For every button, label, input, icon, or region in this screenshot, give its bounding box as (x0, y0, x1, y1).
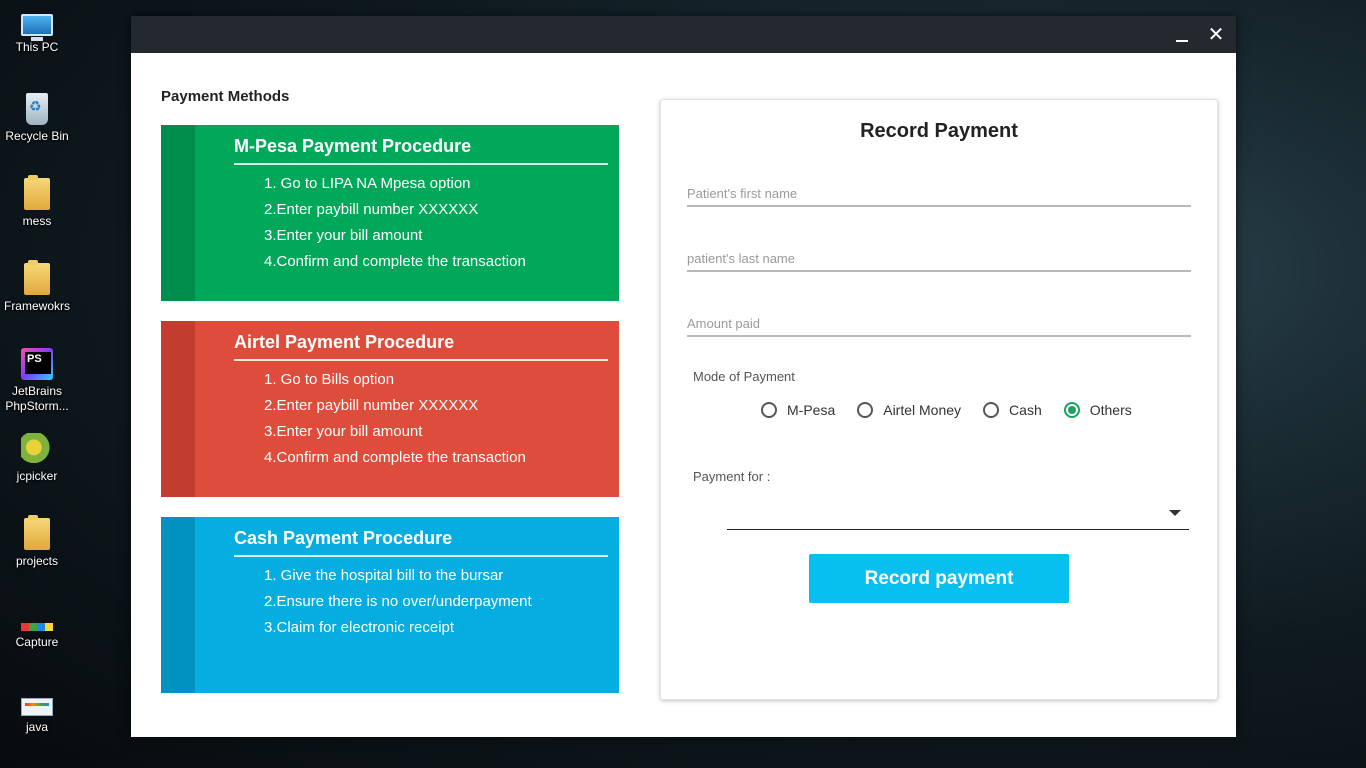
card-accent-strip (161, 321, 195, 497)
card-accent-strip (161, 517, 195, 693)
procedure-step: 2.Ensure there is no over/underpayment (264, 593, 532, 610)
mode-of-payment-label: Mode of Payment (693, 369, 795, 384)
radio-cash[interactable]: Cash (983, 402, 1042, 418)
radio-circle[interactable] (983, 402, 1000, 418)
radio-airtel-money[interactable]: Airtel Money (857, 402, 961, 418)
payment-for-label: Payment for : (693, 469, 771, 484)
desktop-icon-label: This PC (15, 40, 59, 54)
close-button[interactable]: ✕ (1200, 16, 1232, 53)
record-payment-button[interactable]: Record payment (809, 554, 1069, 603)
close-icon: ✕ (1207, 22, 1225, 46)
last-name-input[interactable] (687, 234, 1191, 272)
computer-icon (21, 14, 53, 41)
procedure-step: 2.Enter paybill number XXXXXX (264, 397, 479, 414)
card-title: M-Pesa Payment Procedure (234, 136, 608, 165)
desktop-icon-phpstorm[interactable]: JetBrains PhpStorm... (0, 348, 74, 414)
procedure-step: 2.Enter paybill number XXXXXX (264, 201, 479, 218)
phpstorm-icon (21, 348, 53, 380)
radio-label: Cash (1009, 402, 1042, 418)
desktop-icon-jcpicker[interactable]: jcpicker (0, 433, 74, 484)
payment-methods-heading: Payment Methods (161, 88, 290, 105)
folder-icon (24, 175, 50, 210)
title-bar: ✕ (131, 16, 1236, 53)
desktop-icon-mess[interactable]: mess (0, 175, 74, 229)
desktop-icon-label: projects (15, 554, 59, 568)
procedure-steps: 1. Go to LIPA NA Mpesa option 2.Enter pa… (264, 171, 526, 275)
procedure-step: 1. Go to LIPA NA Mpesa option (264, 175, 471, 192)
procedure-step: 3.Enter your bill amount (264, 227, 423, 244)
desktop-icon-label: JetBrains PhpStorm... (5, 384, 69, 413)
folder-icon (24, 515, 50, 550)
desktop-icon-java[interactable]: java (0, 688, 74, 735)
payment-for-dropdown[interactable] (727, 496, 1189, 530)
first-name-input[interactable] (687, 169, 1191, 207)
desktop-icon-framewokrs[interactable]: Framewokrs (0, 260, 74, 314)
card-accent-strip (161, 125, 195, 301)
image-icon (21, 623, 53, 631)
desktop-icon-label: Capture (15, 635, 59, 649)
card-title: Airtel Payment Procedure (234, 332, 608, 361)
file-icon (21, 698, 53, 716)
mpesa-procedure-card: M-Pesa Payment Procedure 1. Go to LIPA N… (161, 125, 619, 301)
desktop-icon-label: java (25, 720, 48, 734)
desktop-icon-projects[interactable]: projects (0, 515, 74, 569)
procedure-step: 4.Confirm and complete the transaction (264, 449, 526, 466)
procedure-steps: 1. Give the hospital bill to the bursar … (264, 563, 532, 641)
chameleon-icon (21, 433, 53, 465)
desktop-icon-capture[interactable]: Capture (0, 603, 74, 650)
folder-icon (24, 260, 50, 295)
minimize-button[interactable] (1166, 16, 1198, 53)
radio-mpesa[interactable]: M-Pesa (761, 402, 835, 418)
app-window: ✕ Payment Methods M-Pesa Payment Procedu… (131, 16, 1236, 737)
desktop-icons: This PC Recycle Bin mess Framewokrs JetB… (0, 0, 80, 768)
desktop-icon-label: jcpicker (16, 469, 58, 483)
radio-others[interactable]: Others (1063, 402, 1132, 418)
radio-circle[interactable] (857, 402, 874, 418)
minimize-icon (1176, 40, 1188, 42)
card-title: Cash Payment Procedure (234, 528, 608, 557)
desktop-icon-recycle-bin[interactable]: Recycle Bin (0, 93, 74, 144)
desktop-icon-label: mess (22, 214, 52, 228)
procedure-step: 3.Enter your bill amount (264, 423, 423, 440)
radio-circle[interactable] (1063, 402, 1080, 418)
radio-label: Others (1089, 402, 1132, 418)
procedure-step: 4.Confirm and complete the transaction (264, 253, 526, 270)
cash-procedure-card: Cash Payment Procedure 1. Give the hospi… (161, 517, 619, 693)
form-title: Record Payment (860, 120, 1018, 142)
mode-of-payment-radio-group: M-Pesa Airtel Money Cash Others (761, 402, 1154, 418)
desktop-icon-label: Framewokrs (3, 299, 70, 313)
radio-label: M-Pesa (787, 402, 836, 418)
amount-paid-input[interactable] (687, 299, 1191, 337)
record-payment-form: Record Payment Mode of Payment M-Pesa Ai… (660, 99, 1218, 700)
chevron-down-icon[interactable] (1169, 510, 1181, 516)
desktop-icon-label: Recycle Bin (5, 129, 69, 143)
radio-circle[interactable] (761, 402, 777, 418)
recycle-bin-icon (26, 93, 48, 125)
airtel-procedure-card: Airtel Payment Procedure 1. Go to Bills … (161, 321, 619, 497)
procedure-step: 1. Go to Bills option (264, 371, 395, 388)
procedure-step: 1. Give the hospital bill to the bursar (264, 567, 504, 584)
radio-label: Airtel Money (883, 402, 962, 418)
procedure-steps: 1. Go to Bills option 2.Enter paybill nu… (264, 367, 526, 471)
desktop-icon-this-pc[interactable]: This PC (0, 8, 74, 55)
procedure-step: 3.Claim for electronic receipt (264, 619, 455, 636)
